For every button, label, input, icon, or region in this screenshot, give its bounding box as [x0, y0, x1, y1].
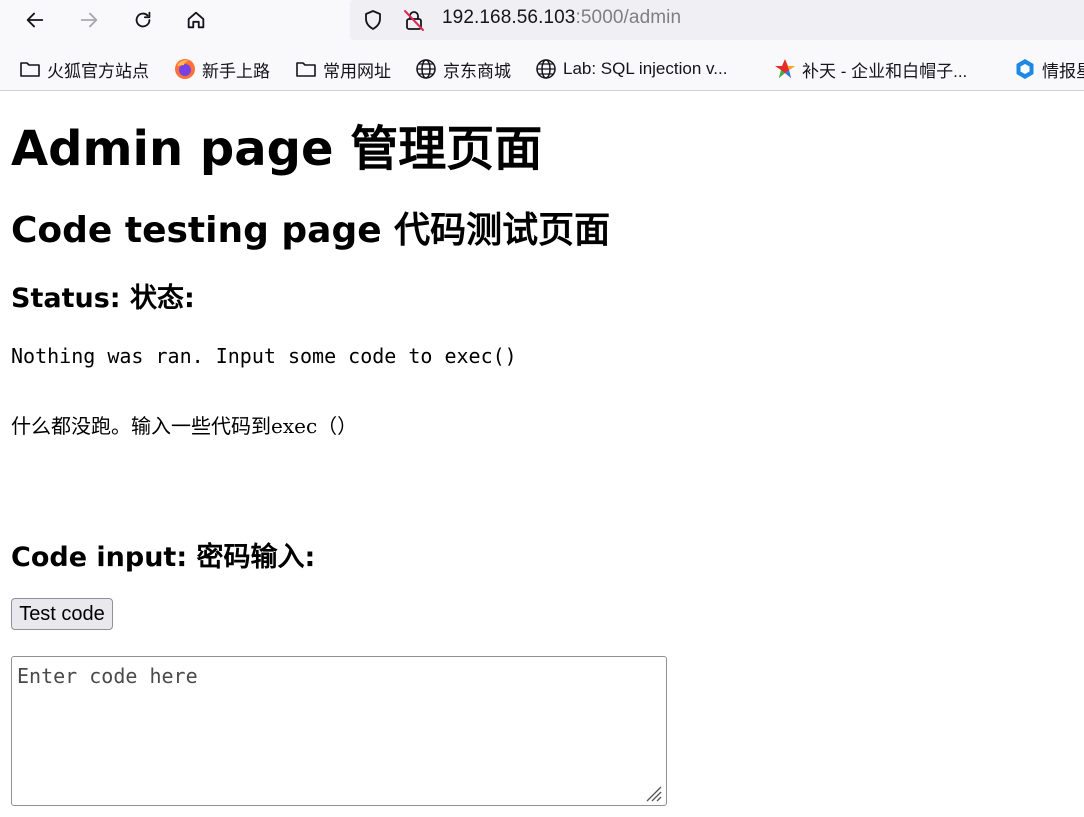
page-title: Admin page 管理页面: [11, 121, 543, 177]
bookmark-qingbaoxing[interactable]: 情报星: [1013, 56, 1084, 82]
bookmark-label: 京东商城: [443, 61, 511, 81]
url-text[interactable]: 192.168.56.103:5000/admin: [442, 7, 681, 29]
bookmark-jd-mall[interactable]: 京东商城: [414, 56, 511, 82]
bookmark-label: Lab: SQL injection v...: [563, 59, 728, 78]
folder-icon: [294, 57, 318, 81]
bookmarks-toolbar: 火狐官方站点 新手上路 常用网址 京东商城 Lab: SQL injection…: [0, 46, 1084, 91]
url-path: :5000/admin: [575, 7, 682, 28]
globe-icon: [534, 57, 558, 81]
forward-button[interactable]: [72, 4, 106, 36]
bookmark-label: 新手上路: [202, 61, 270, 81]
status-message-zh: 什么都没跑。输入一些代码到exec（）: [11, 414, 358, 438]
home-button[interactable]: [179, 4, 213, 36]
shield-icon[interactable]: [361, 8, 385, 32]
reload-button[interactable]: [126, 4, 160, 36]
bookmark-sql-injection-lab[interactable]: Lab: SQL injection v...: [534, 56, 727, 82]
code-input-heading: Code input: 密码输入:: [11, 542, 316, 573]
globe-icon: [414, 57, 438, 81]
url-host: 192.168.56.103: [442, 7, 576, 28]
insecure-lock-icon[interactable]: [402, 8, 426, 32]
status-heading: Status: 状态:: [11, 283, 195, 314]
back-arrow-icon: [26, 12, 44, 28]
hexagon-icon: [1013, 57, 1037, 81]
bookmark-butian[interactable]: 补天 - 企业和白帽子...: [773, 56, 967, 82]
back-button[interactable]: [18, 4, 52, 36]
forward-arrow-icon: [80, 12, 98, 28]
firefox-icon: [173, 57, 197, 81]
page-content: Admin page 管理页面 Code testing page 代码测试页面…: [11, 91, 1084, 817]
reload-icon: [135, 11, 151, 28]
butian-star-icon: [773, 57, 797, 81]
bookmark-label: 补天 - 企业和白帽子...: [802, 61, 968, 81]
section-title: Code testing page 代码测试页面: [11, 210, 611, 251]
home-icon: [187, 11, 205, 29]
browser-toolbar: 192.168.56.103:5000/admin: [0, 0, 1084, 46]
bookmark-label: 常用网址: [323, 61, 391, 81]
bookmark-common-sites[interactable]: 常用网址: [294, 56, 391, 82]
url-bar[interactable]: 192.168.56.103:5000/admin: [350, 0, 1084, 40]
bookmark-getting-started[interactable]: 新手上路: [173, 56, 270, 82]
test-code-button[interactable]: Test code: [11, 598, 113, 630]
status-message-en: Nothing was ran. Input some code to exec…: [11, 344, 517, 368]
resize-handle-icon[interactable]: [641, 781, 663, 803]
folder-icon: [18, 57, 42, 81]
bookmark-label: 情报星: [1042, 61, 1084, 81]
bookmark-label: 火狐官方站点: [47, 61, 149, 81]
bookmark-firefox-official[interactable]: 火狐官方站点: [18, 56, 149, 82]
code-textarea[interactable]: [11, 656, 667, 806]
